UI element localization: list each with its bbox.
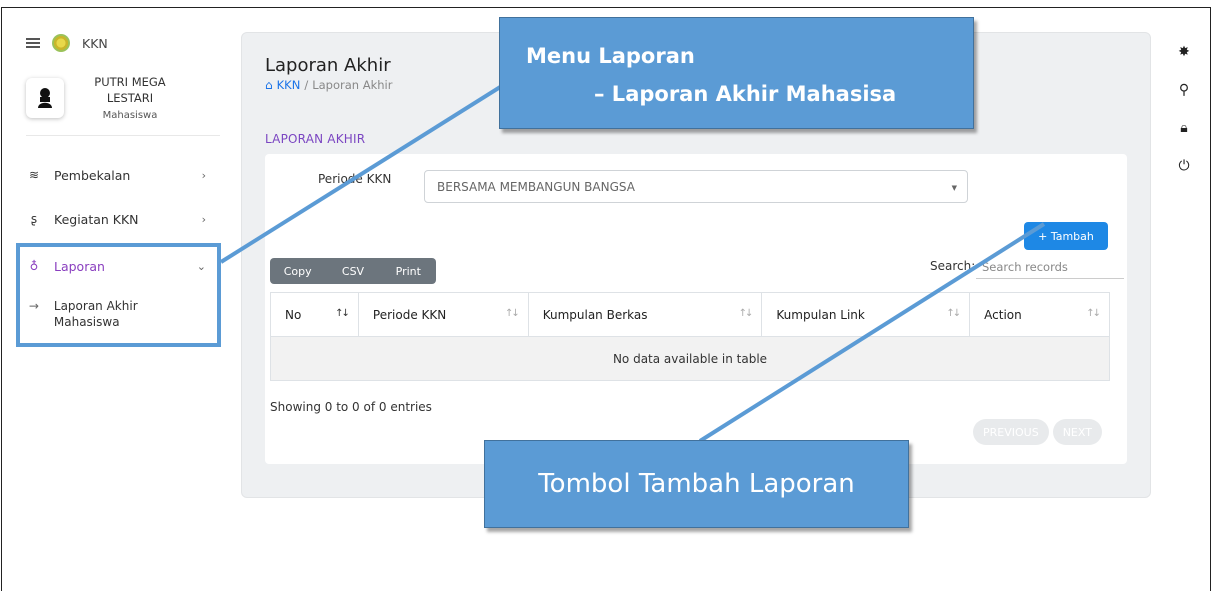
previous-button[interactable]: PREVIOUS [973, 419, 1049, 445]
sidebar-item-label: Kegiatan KKN [54, 211, 139, 227]
hamburger-menu-icon[interactable] [26, 38, 40, 48]
sort-icon: ↑↓ [738, 308, 754, 319]
breadcrumb-root[interactable]: KKN [277, 78, 301, 92]
column-header-no[interactable]: No ↑↓ [270, 292, 359, 337]
sidebar-item-pembekalan[interactable]: ≋ Pembekalan › [26, 163, 210, 187]
user-avatar-icon [38, 88, 52, 108]
column-header-link[interactable]: Kumpulan Link ↑↓ [761, 292, 971, 337]
sidebar-item-label: Pembekalan [54, 167, 131, 183]
data-table: No ↑↓ Periode KKN ↑↓ Kumpulan Berkas ↑↓ Kum… [270, 292, 1110, 381]
search-input[interactable] [976, 255, 1124, 279]
sort-icon: ↑↓ [946, 308, 961, 319]
table-row: No data available in table [270, 336, 1110, 381]
home-icon[interactable]: ⌂ [265, 78, 273, 92]
brand: KKN [26, 34, 108, 52]
callout-menu-laporan: Menu Laporan – Laporan Akhir Mahasisa [499, 17, 974, 129]
right-toolbar: ✸ ⚲ 🔒︎ ⏻ [1176, 44, 1192, 174]
empty-table-message: No data available in table [270, 336, 1110, 381]
export-button-group: Copy CSV Print [270, 258, 436, 284]
table-info: Showing 0 to 0 of 0 entries [270, 400, 432, 414]
add-button[interactable]: + Tambah [1024, 222, 1108, 250]
breadcrumb: ⌂ KKN / Laporan Akhir [265, 78, 392, 92]
breadcrumb-current: Laporan Akhir [312, 78, 393, 92]
print-button[interactable]: Print [381, 265, 436, 278]
gear-icon[interactable]: ✸ [1178, 44, 1190, 60]
copy-button[interactable]: Copy [270, 265, 325, 278]
user-icon[interactable]: ⚲ [1179, 82, 1189, 98]
period-select[interactable]: BERSAMA MEMBANGUN BANGSA ▼ [424, 170, 968, 203]
callout-menu-line1: Menu Laporan [526, 44, 695, 68]
sort-icon: ↑↓ [1086, 308, 1101, 319]
column-header-action[interactable]: Action ↑↓ [969, 292, 1110, 337]
next-button[interactable]: NEXT [1052, 419, 1102, 445]
user-profile: PUTRI MEGA LESTARI Mahasiswa [26, 72, 220, 136]
callout-menu-line2: – Laporan Akhir Mahasisa [594, 82, 897, 106]
stack-icon: ≋ [28, 168, 40, 182]
power-icon[interactable]: ⏻ [1178, 158, 1189, 174]
period-select-value: BERSAMA MEMBANGUN BANGSA [437, 179, 635, 194]
hand-icon: ʂ [30, 212, 38, 226]
breadcrumb-separator: / [304, 78, 309, 92]
chevron-right-icon: › [201, 168, 206, 182]
callout-tombol-tambah: Tombol Tambah Laporan [484, 440, 909, 528]
avatar [26, 78, 64, 118]
search-label: Search: [930, 259, 976, 273]
sort-icon: ↑↓ [504, 308, 520, 319]
column-header-periode[interactable]: Periode KKN ↑↓ [357, 292, 529, 337]
profile-name: PUTRI MEGA LESTARI [94, 75, 166, 105]
logo-icon [52, 34, 70, 52]
menu-highlight-box [16, 243, 221, 347]
sort-icon: ↑↓ [335, 308, 350, 319]
column-header-berkas[interactable]: Kumpulan Berkas ↑↓ [527, 292, 763, 337]
callout-button-text: Tombol Tambah Laporan [538, 469, 855, 499]
lock-icon[interactable]: 🔒︎ [1180, 120, 1187, 136]
pagination: PREVIOUS NEXT [973, 419, 1102, 445]
period-label: Periode KKN [318, 172, 392, 186]
brand-name: KKN [82, 35, 108, 51]
sidebar-item-kegiatan-kkn[interactable]: ʂ Kegiatan KKN › [26, 207, 210, 231]
csv-button[interactable]: CSV [325, 265, 380, 278]
profile-role: Mahasiswa [102, 110, 158, 121]
chevron-right-icon: › [201, 212, 206, 226]
section-label: LAPORAN AKHIR [265, 132, 366, 146]
caret-down-icon: ▼ [951, 184, 957, 192]
page-title: Laporan Akhir [265, 55, 391, 76]
